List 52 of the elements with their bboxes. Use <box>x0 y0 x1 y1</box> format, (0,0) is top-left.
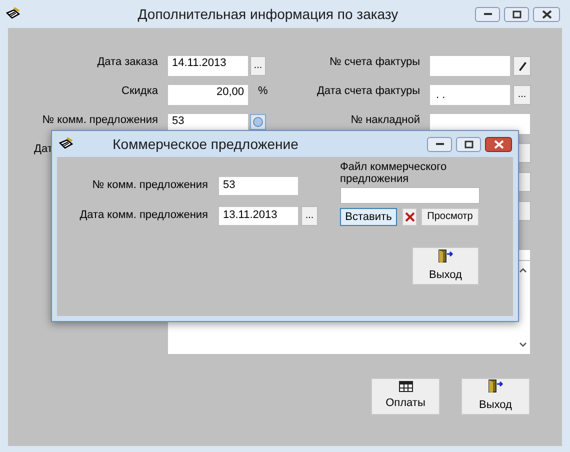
input-field[interactable]: 53 <box>219 176 298 194</box>
view-button[interactable]: Просмотр <box>421 208 479 226</box>
window-title: Дополнительная информация по заказу <box>136 4 400 24</box>
input-field[interactable]: 14.11.2013 <box>168 56 248 76</box>
close-icon <box>494 140 504 148</box>
browse-button[interactable]: ... <box>301 206 318 226</box>
close-button[interactable] <box>533 6 560 22</box>
minimize-button[interactable] <box>427 136 452 152</box>
exit-button[interactable]: Выход <box>412 247 479 285</box>
input-field[interactable]: 20,00 <box>168 85 248 105</box>
close-button[interactable] <box>485 136 512 152</box>
field-label: Скидка <box>122 85 158 97</box>
table-icon <box>398 381 412 392</box>
field-label: № счета фактуры <box>330 56 420 68</box>
close-icon <box>542 10 552 18</box>
door-exit-icon <box>488 379 503 394</box>
field-label: Дат <box>33 143 52 155</box>
footer-button[interactable]: Оплаты <box>371 378 440 415</box>
field-label: № комм. предложения <box>42 114 158 126</box>
globe-icon <box>253 117 263 127</box>
app-icon <box>58 137 74 151</box>
minimize-button[interactable] <box>475 6 500 22</box>
footer-button[interactable]: Выход <box>461 378 530 415</box>
input-field[interactable] <box>340 187 480 204</box>
maximize-icon <box>464 140 474 148</box>
input-field[interactable]: . . <box>430 85 510 105</box>
maximize-button[interactable] <box>456 136 481 152</box>
field-label: Файл коммерческого предложения <box>340 161 448 185</box>
browse-button[interactable]: ... <box>513 85 531 105</box>
maximize-button[interactable] <box>504 6 529 22</box>
insert-button[interactable]: Вставить <box>340 208 397 226</box>
minimize-icon <box>434 140 444 148</box>
scroll-down-icon <box>518 342 526 348</box>
door-exit-icon <box>438 248 453 264</box>
field-label: № накладной <box>350 114 420 126</box>
field-label: Дата заказа <box>97 56 158 68</box>
pencil-icon <box>517 60 527 72</box>
browse-button[interactable]: ... <box>250 56 266 76</box>
input-field[interactable]: 13.11.2013 <box>219 206 298 224</box>
edit-button[interactable] <box>513 56 531 76</box>
unit-label: % <box>258 85 268 97</box>
field-label: № комм. предложения <box>92 178 208 194</box>
maximize-icon <box>512 10 522 18</box>
input-field[interactable] <box>430 56 510 76</box>
cross-icon <box>404 212 414 222</box>
minimize-icon <box>482 10 492 18</box>
dialog-title: Коммерческое предложение <box>112 134 300 154</box>
delete-button[interactable] <box>402 208 417 226</box>
globe-button[interactable] <box>250 114 266 130</box>
app-icon <box>5 7 21 21</box>
field-label: Дата комм. предложения <box>80 208 208 224</box>
field-label: Дата счета фактуры <box>316 85 420 97</box>
